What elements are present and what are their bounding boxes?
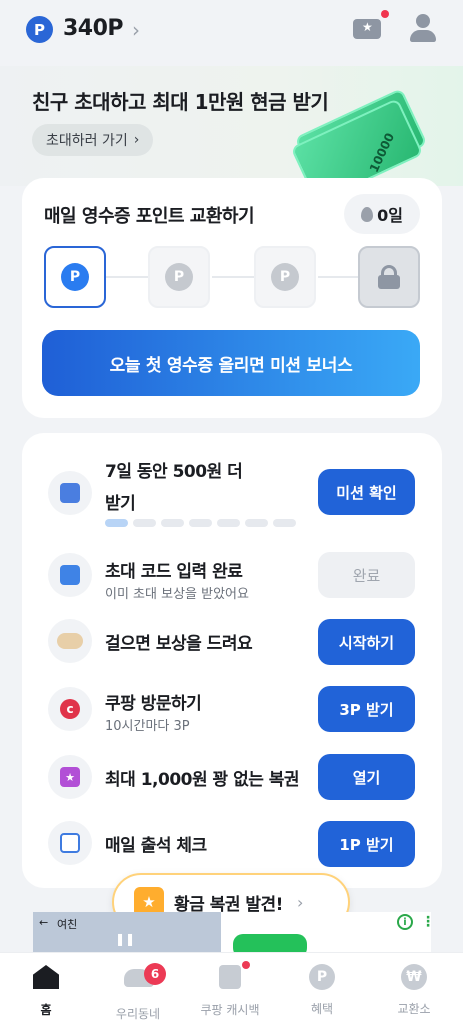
flame-icon: [361, 206, 374, 222]
banner-title: 친구 초대하고 최대 1만원 현금 받기: [32, 90, 329, 114]
receipt-title: 매일 영수증 포인트 교환하기: [44, 206, 255, 227]
points-balance[interactable]: 340P: [63, 16, 124, 41]
mission-list: 7일 동안 500원 더 받기 미션 확인 초대 코드 입력 완료 이미 초대 …: [22, 433, 442, 888]
point-bag-icon: P: [309, 964, 335, 990]
notification-dot: [242, 961, 250, 969]
receipt-card: 매일 영수증 포인트 교환하기 0일 P P P 오늘 첫 영수증 올리면 미션…: [22, 178, 442, 418]
receipt-step-3: P: [254, 246, 316, 308]
cash-illustration: 10000: [290, 87, 428, 205]
nav-neighborhood[interactable]: 6 우리동네: [92, 963, 184, 1022]
ad-cta[interactable]: [233, 934, 307, 952]
mission-title: 초대 코드 입력 완료: [105, 562, 243, 582]
pause-icon[interactable]: ❚❚: [115, 932, 135, 946]
question-box-icon: [48, 553, 92, 597]
coupang-icon: c: [48, 687, 92, 731]
done-button: 완료: [318, 552, 415, 598]
receipt-step-1[interactable]: P: [44, 246, 106, 308]
home-icon: [33, 965, 59, 989]
streak-count: 0일: [377, 206, 403, 225]
nav-label: 홈: [40, 1003, 52, 1017]
nav-cashback[interactable]: 쿠팡 캐시백: [184, 961, 276, 1018]
ad-title: 여친: [57, 918, 78, 931]
shopping-bag-icon: [219, 965, 241, 989]
won-coin-icon: ₩: [401, 964, 427, 990]
user-icon[interactable]: [410, 14, 436, 42]
bottom-nav: 홈 6 우리동네 쿠팡 캐시백 P 혜택 ₩ 교환소: [0, 952, 463, 1024]
ad-banner[interactable]: ← 여친 ❚❚ i ⋮: [33, 912, 431, 952]
invite-banner[interactable]: 친구 초대하고 최대 1만원 현금 받기 초대하러 가기 › 10000: [0, 66, 463, 205]
bill-value: 10000: [366, 130, 398, 175]
sneakers-icon: [48, 619, 92, 663]
mission-title: 쿠팡 방문하기: [105, 694, 202, 714]
mission-title-line2: 받기: [105, 494, 136, 514]
point-coin-icon: P: [61, 263, 89, 291]
ad-back-icon[interactable]: ←: [39, 916, 48, 929]
open-button[interactable]: 열기: [318, 754, 415, 800]
mission-title: 최대 1,000원 꽝 없는 복권: [105, 770, 300, 790]
point-coin-icon: P: [165, 263, 193, 291]
receipt-step-4: [358, 246, 420, 308]
nav-label: 우리동네: [115, 1007, 161, 1021]
mission-title: 7일 동안 500원 더: [105, 462, 243, 482]
nav-label: 쿠팡 캐시백: [200, 1003, 260, 1017]
lottery-icon: ★: [48, 755, 92, 799]
points-icon[interactable]: P: [26, 16, 53, 43]
streak-badge: 0일: [344, 194, 420, 234]
info-icon[interactable]: i: [397, 914, 413, 930]
invite-button-label: 초대하러 가기: [46, 133, 128, 149]
get-3p-button[interactable]: 3P 받기: [318, 686, 415, 732]
ticket-icon[interactable]: [353, 19, 381, 39]
get-1p-button[interactable]: 1P 받기: [318, 821, 415, 867]
mission-check-button[interactable]: 미션 확인: [318, 469, 415, 515]
nav-label: 교환소: [397, 1002, 431, 1016]
badge-count: 6: [144, 963, 166, 985]
mission-subtitle: 이미 초대 보상을 받았어요: [105, 587, 249, 602]
mission-title: 걸으면 보상을 드려요: [105, 634, 253, 654]
nav-home[interactable]: 홈: [0, 963, 92, 1018]
nav-label: 혜택: [310, 1002, 334, 1016]
notification-dot: [381, 10, 389, 18]
golden-lottery-label: 황금 복권 발견!: [174, 894, 283, 915]
chevron-right-icon[interactable]: ›: [132, 18, 140, 42]
header: P 340P ›: [0, 0, 463, 62]
calendar-check-icon: [48, 821, 92, 865]
upload-receipt-button[interactable]: 오늘 첫 영수증 올리면 미션 보너스: [42, 330, 420, 396]
point-coin-icon: P: [271, 263, 299, 291]
nav-exchange[interactable]: ₩ 교환소: [368, 963, 460, 1017]
nav-benefits[interactable]: P 혜택: [276, 963, 368, 1017]
lock-icon: [378, 265, 400, 289]
start-button[interactable]: 시작하기: [318, 619, 415, 665]
receipt-step-2: P: [148, 246, 210, 308]
chevron-right-icon: ›: [296, 892, 304, 912]
invite-button[interactable]: 초대하러 가기 ›: [32, 124, 154, 156]
more-icon[interactable]: ⋮: [421, 914, 431, 930]
mission-subtitle: 10시간마다 3P: [105, 719, 190, 734]
ad-video[interactable]: ← 여친 ❚❚: [33, 912, 221, 952]
gift-box-icon: [48, 471, 92, 515]
mission-progress: [105, 519, 296, 527]
chevron-right-icon: ›: [133, 132, 140, 148]
mission-title: 매일 출석 체크: [105, 836, 207, 856]
